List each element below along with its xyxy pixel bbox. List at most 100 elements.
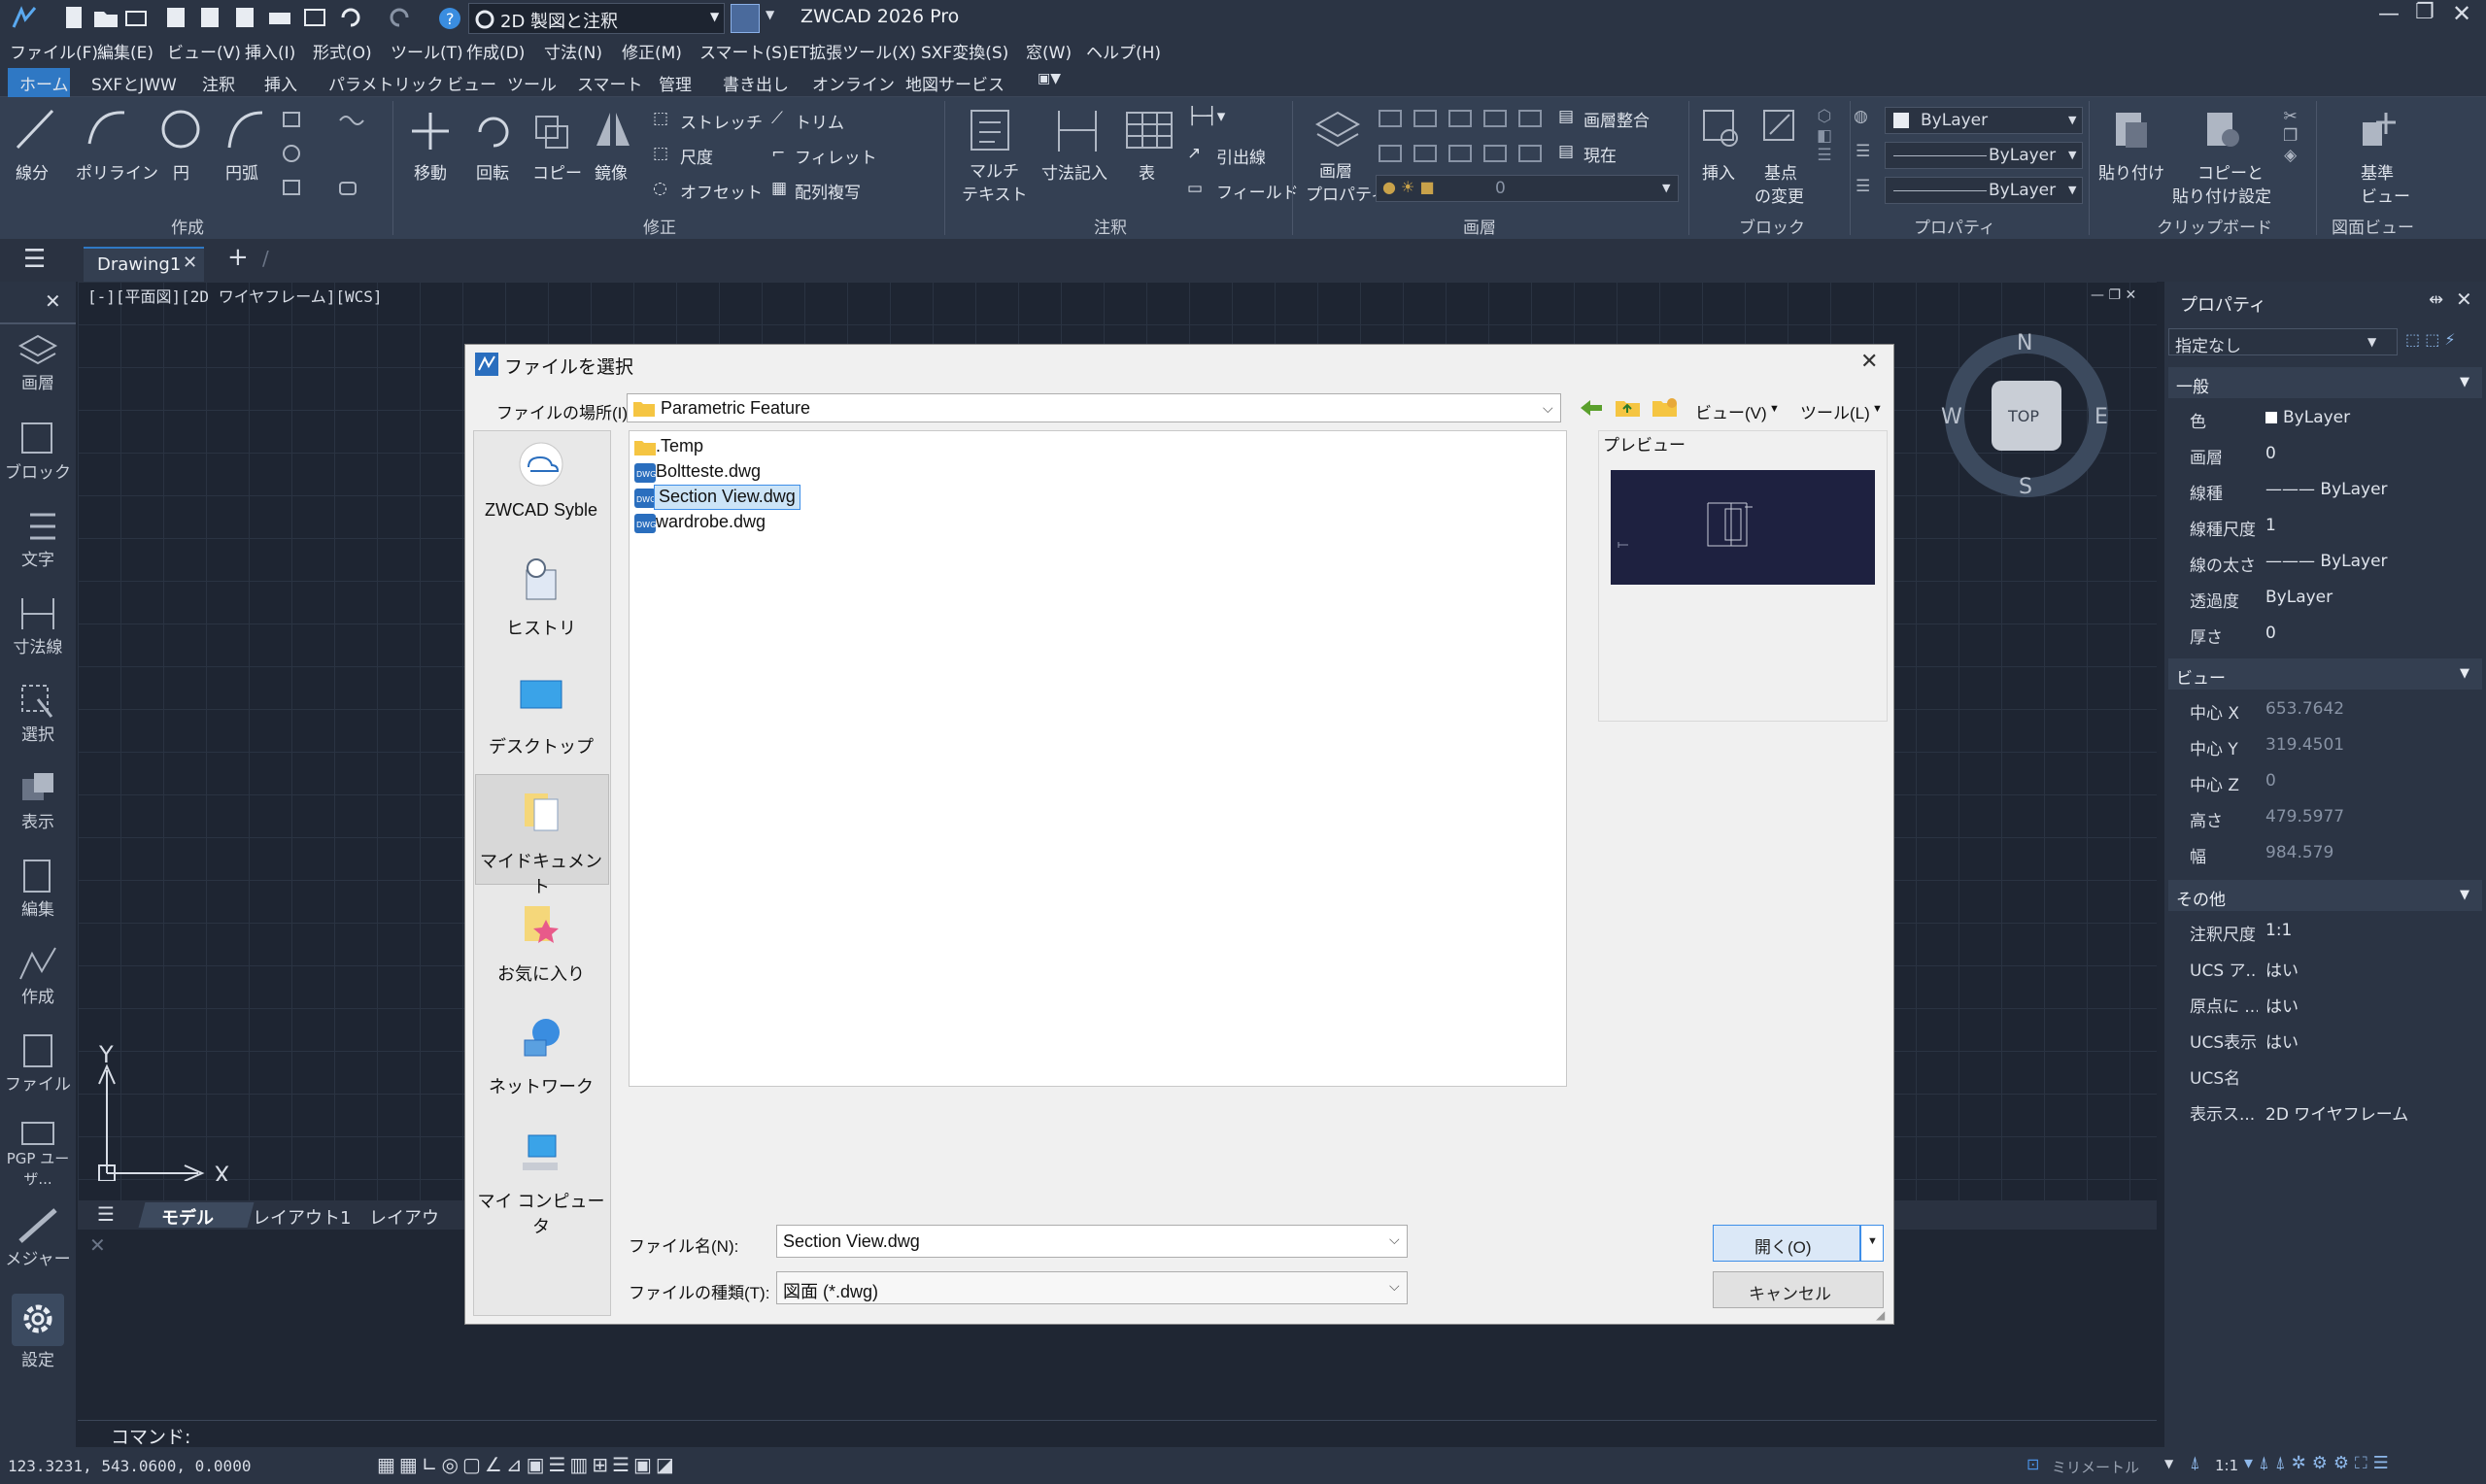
tab-drawing1[interactable]: Drawing1 ✕ [84, 247, 204, 282]
viewport-controls-icon[interactable]: — ❐ ✕ [2091, 287, 2136, 303]
toolbar-dimension[interactable]: 寸法線 [0, 594, 76, 658]
resize-grip-icon[interactable]: ◢ [1876, 1308, 1885, 1322]
fillet-label[interactable]: フィレット [795, 144, 877, 168]
arc-icon[interactable] [223, 105, 266, 153]
property-row-view-4[interactable]: 幅 984.579 [2172, 837, 2478, 872]
tools-menu[interactable]: ツール(L) [1800, 399, 1870, 423]
selection-dropdown[interactable]: 指定なし ▼ [2168, 328, 2398, 356]
new-folder-icon[interactable] [1652, 397, 1678, 419]
undo-icon[interactable] [335, 2, 368, 35]
tab-tools[interactable]: ツール [507, 71, 557, 95]
table-icon[interactable] [1125, 109, 1174, 153]
property-row-view-0[interactable]: 中心 X 653.7642 [2172, 693, 2478, 728]
filetype-dropdown[interactable]: 図面 (*.dwg) ⌵ [776, 1271, 1408, 1304]
view-menu[interactable]: ビュー(V) [1695, 399, 1767, 423]
menu-window[interactable]: 窓(W) [1026, 39, 1072, 63]
color-dropdown[interactable]: ByLayer ▼ [1885, 107, 2083, 134]
place-network[interactable]: ネットワーク [473, 1015, 609, 1098]
dialog-close-icon[interactable]: ✕ [1860, 349, 1878, 374]
polyline-icon[interactable] [85, 105, 128, 153]
property-row-misc-5[interactable]: 表示ス... 2D ワイヤフレーム [2172, 1095, 2478, 1130]
array-icon[interactable]: ▦ [771, 179, 787, 198]
new-file-icon[interactable] [58, 2, 91, 35]
tab-manage[interactable]: 管理 [659, 71, 692, 95]
tab-map[interactable]: 地図サービス [905, 71, 1005, 95]
field-label[interactable]: フィールド [1216, 179, 1299, 203]
chevron-down-icon[interactable]: ▼ [2164, 1457, 2173, 1470]
toolbar-select[interactable]: 選択 [0, 682, 76, 745]
property-row-view-3[interactable]: 高さ 479.5977 [2172, 801, 2478, 836]
tab-insert[interactable]: 挿入 [264, 71, 297, 95]
help-icon[interactable]: ? [433, 2, 466, 35]
viewcube[interactable]: TOP N S E W [1937, 326, 2116, 505]
section-general[interactable]: 一般 ▼ [2168, 367, 2482, 398]
print-icon[interactable] [264, 2, 297, 35]
up-folder-icon[interactable] [1616, 397, 1641, 419]
scale-label[interactable]: 尺度 [680, 144, 713, 168]
toolbar-create[interactable]: 作成 [0, 944, 76, 1007]
paste-icon[interactable] [2108, 105, 2153, 153]
toolbar-block[interactable]: ブロック [0, 420, 76, 483]
print-preview-icon[interactable] [299, 2, 332, 35]
tab-layout1[interactable]: レイアウト1 [253, 1204, 351, 1230]
menu-dimension[interactable]: 寸法(N) [544, 39, 602, 63]
menu-edit[interactable]: 編集(E) [97, 39, 153, 63]
chevron-down-icon[interactable]: ▼ [1769, 403, 1780, 415]
toolbar-edit[interactable]: 編集 [0, 857, 76, 920]
cut-icon[interactable]: ✂ ❐ ◈ [2283, 107, 2298, 165]
tab-home[interactable]: ホーム [19, 71, 69, 95]
minimize-icon[interactable]: — [2378, 2, 2400, 26]
linear-dim-icon[interactable]: ├─┤▾ [1187, 107, 1225, 126]
open-options-dropdown[interactable]: ▼ [1860, 1225, 1884, 1262]
toolbar-text[interactable]: 文字 [0, 507, 76, 570]
quick-select-icon[interactable]: ⬚ ⬚ ⚡ [2405, 330, 2456, 349]
toolbar-layer[interactable]: 画層 [0, 330, 76, 393]
property-row-misc-4[interactable]: UCS名 [2172, 1059, 2478, 1094]
save-icon[interactable] [160, 2, 193, 35]
hamburger-menu-icon[interactable]: ☰ [23, 245, 46, 274]
block-tools-icon[interactable]: ⬡ ◧ ☰ [1817, 107, 1832, 165]
mtext-icon[interactable] [968, 107, 1012, 155]
copy-icon[interactable] [530, 105, 575, 153]
menu-help[interactable]: ヘルプ(H) [1086, 39, 1161, 63]
menu-insert[interactable]: 挿入(I) [245, 39, 295, 63]
chevron-down-icon[interactable]: ▼ [766, 8, 774, 21]
trim-icon[interactable]: ⟋ [771, 109, 783, 128]
www-open-icon[interactable] [120, 2, 153, 35]
units-icon[interactable]: ⊡ [2026, 1455, 2039, 1473]
tab-layout2[interactable]: レイアウ [369, 1204, 439, 1230]
cancel-button[interactable]: キャンセル [1713, 1271, 1884, 1308]
ribbon-toggle-icon[interactable]: ▣▼ [1038, 71, 1061, 86]
close-panel-icon[interactable]: ✕ [2456, 287, 2472, 311]
close-tab-icon[interactable]: ✕ [183, 253, 197, 273]
offset-label[interactable]: オフセット [680, 179, 763, 203]
location-dropdown[interactable]: Parametric Feature ⌵ [627, 393, 1561, 422]
filename-input[interactable]: Section View.dwg ⌵ [776, 1225, 1408, 1258]
tab-parametric[interactable]: パラメトリック [328, 71, 444, 95]
property-row-general-0[interactable]: 色 ByLayer [2172, 402, 2478, 437]
place-my-documents[interactable]: マイドキュメント [473, 788, 609, 898]
field-icon[interactable]: ▭ [1187, 179, 1203, 198]
layer-current-label[interactable]: 現在 [1584, 142, 1617, 166]
property-row-view-2[interactable]: 中心 Z 0 [2172, 765, 2478, 800]
tab-online[interactable]: オンライン [812, 71, 895, 95]
leader-label[interactable]: 引出線 [1216, 144, 1266, 168]
tab-view[interactable]: ビュー [447, 71, 496, 95]
array-label[interactable]: 配列複写 [795, 179, 861, 203]
copy-file-icon[interactable] [229, 2, 262, 35]
toolbar-display[interactable]: 表示 [0, 769, 76, 832]
menu-draw[interactable]: 作成(D) [466, 39, 525, 63]
toolbar-settings[interactable]: 設定 [0, 1294, 76, 1370]
tab-smart[interactable]: スマート [577, 71, 643, 95]
command-line[interactable]: コマンド: [78, 1420, 2157, 1448]
layer-tools-icon[interactable] [1378, 107, 1552, 171]
open-folder-icon[interactable] [89, 2, 122, 35]
property-row-misc-0[interactable]: 注釈尺度 1:1 [2172, 915, 2478, 950]
draw-small-tools-icon[interactable] [282, 109, 389, 196]
tab-export[interactable]: 書き出し [723, 71, 789, 95]
linetype-dropdown[interactable]: ByLayer ▼ [1885, 142, 2083, 169]
circle-icon[interactable] [159, 105, 202, 153]
layer-dropdown[interactable]: ● ☀ ■ 0 ▼ [1376, 175, 1679, 202]
place-history[interactable]: ヒストリ [473, 556, 609, 640]
close-command-icon[interactable]: ✕ [89, 1233, 106, 1257]
